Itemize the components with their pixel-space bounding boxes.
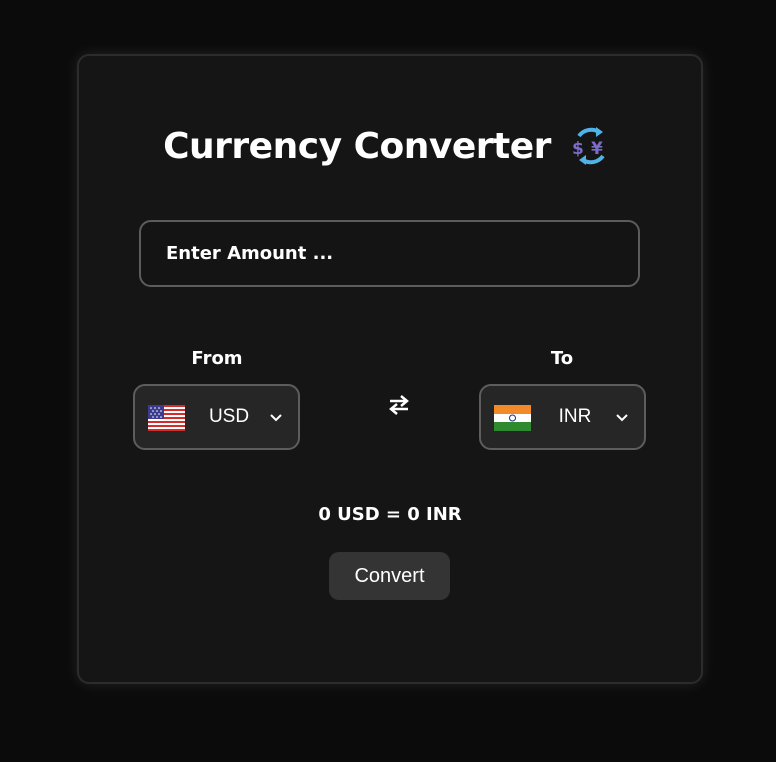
from-currency-code: USD: [208, 406, 250, 427]
swap-arrows-icon: [389, 395, 409, 415]
svg-text:¥: ¥: [591, 139, 603, 159]
to-currency-code: INR: [558, 406, 592, 427]
chevron-down-icon: [616, 414, 628, 422]
header: Currency Converter $ ¥: [0, 122, 776, 170]
swap-button[interactable]: [384, 390, 414, 420]
from-currency-select[interactable]: USD: [133, 384, 300, 450]
us-flag-icon: [148, 405, 185, 431]
amount-field[interactable]: [139, 220, 640, 287]
to-currency-select[interactable]: INR: [479, 384, 646, 450]
page-title: Currency Converter: [163, 125, 551, 167]
to-label: To: [550, 348, 574, 369]
convert-button[interactable]: Convert: [329, 552, 450, 600]
india-flag-icon: [494, 405, 531, 431]
currency-exchange-icon: $ ¥: [572, 127, 605, 165]
svg-text:$: $: [572, 139, 584, 159]
conversion-result: 0 USD = 0 INR: [318, 504, 462, 525]
amount-input[interactable]: [166, 243, 638, 264]
from-label: From: [191, 348, 243, 369]
chevron-down-icon: [270, 414, 282, 422]
